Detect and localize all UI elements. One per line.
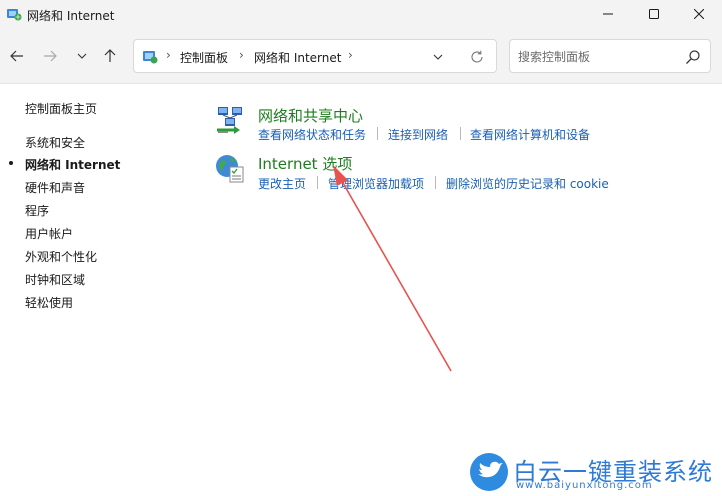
refresh-button[interactable] — [468, 48, 486, 66]
link-view-network-computers[interactable]: 查看网络计算机和设备 — [470, 126, 590, 143]
sidebar-item-system-security[interactable]: 系统和安全 — [25, 134, 85, 151]
address-bar[interactable]: › 控制面板 › 网络和 Internet › — [133, 39, 497, 73]
link-view-network-status[interactable]: 查看网络状态和任务 — [258, 126, 366, 143]
network-sharing-icon — [217, 107, 242, 134]
minimize-button[interactable] — [585, 0, 631, 28]
internet-options-icon — [216, 155, 244, 183]
back-button[interactable] — [5, 44, 29, 68]
breadcrumb-control-panel[interactable]: 控制面板 — [180, 49, 228, 66]
sidebar-item-ease-of-access[interactable]: 轻松使用 — [25, 294, 73, 311]
link-change-homepage[interactable]: 更改主页 — [258, 175, 306, 192]
maximize-icon — [649, 9, 659, 19]
arrow-right-icon — [44, 50, 57, 62]
window-title: 网络和 Internet — [27, 9, 115, 23]
recent-locations-button[interactable] — [70, 44, 94, 68]
breadcrumb-network-internet[interactable]: 网络和 Internet — [254, 49, 341, 66]
refresh-icon — [471, 50, 483, 63]
active-item-bullet-icon — [9, 161, 13, 165]
breadcrumb-separator-icon: › — [348, 48, 353, 62]
sidebar-item-network-internet[interactable]: 网络和 Internet — [25, 156, 120, 173]
search-icon[interactable] — [685, 49, 701, 65]
category-title-internet-options[interactable]: Internet 选项 — [258, 153, 352, 174]
close-icon — [694, 9, 704, 19]
minimize-icon — [603, 13, 613, 15]
link-separator — [435, 176, 436, 189]
control-panel-window: 网络和 Internet › 控制面板 › 网络和 Internet › 搜索控… — [0, 0, 722, 496]
title-bar: 网络和 Internet — [0, 0, 722, 28]
navigation-bar: › 控制面板 › 网络和 Internet › — [0, 28, 722, 84]
search-box[interactable] — [509, 39, 711, 73]
chevron-down-icon — [433, 54, 443, 60]
sidebar-item-appearance[interactable]: 外观和个性化 — [25, 248, 97, 265]
arrow-left-icon — [10, 50, 23, 62]
sidebar-home-link[interactable]: 控制面板主页 — [25, 100, 97, 117]
up-button[interactable] — [98, 44, 122, 68]
search-input[interactable] — [518, 48, 678, 65]
arrow-up-icon — [104, 49, 116, 62]
maximize-button[interactable] — [631, 0, 677, 28]
link-connect-to-network[interactable]: 连接到网络 — [388, 126, 448, 143]
control-panel-icon — [143, 51, 158, 64]
breadcrumb-separator-icon: › — [166, 48, 171, 62]
address-history-dropdown[interactable] — [430, 49, 446, 65]
link-manage-addons[interactable]: 管理浏览器加载项 — [328, 175, 424, 192]
sidebar-item-hardware-sound[interactable]: 硬件和声音 — [25, 179, 85, 196]
sidebar-item-programs[interactable]: 程序 — [25, 202, 49, 219]
breadcrumb-separator-icon: › — [239, 48, 244, 62]
sidebar-item-clock-region[interactable]: 时钟和区域 — [25, 271, 85, 288]
close-button[interactable] — [676, 0, 722, 28]
bird-logo-icon — [470, 453, 508, 491]
network-app-icon — [7, 9, 22, 21]
category-title-network-sharing[interactable]: 网络和共享中心 — [258, 105, 363, 126]
sidebar: 控制面板主页 系统和安全 网络和 Internet 硬件和声音 程序 用户帐户 … — [0, 84, 190, 496]
chevron-down-icon — [77, 53, 87, 59]
link-separator — [317, 176, 318, 189]
watermark-url: www.baiyunxitong.com — [516, 480, 653, 491]
sidebar-item-user-accounts[interactable]: 用户帐户 — [25, 225, 73, 242]
link-separator — [377, 127, 378, 140]
link-delete-browsing-history[interactable]: 删除浏览的历史记录和 cookie — [446, 175, 609, 192]
forward-button[interactable] — [38, 44, 62, 68]
link-separator — [460, 127, 461, 140]
